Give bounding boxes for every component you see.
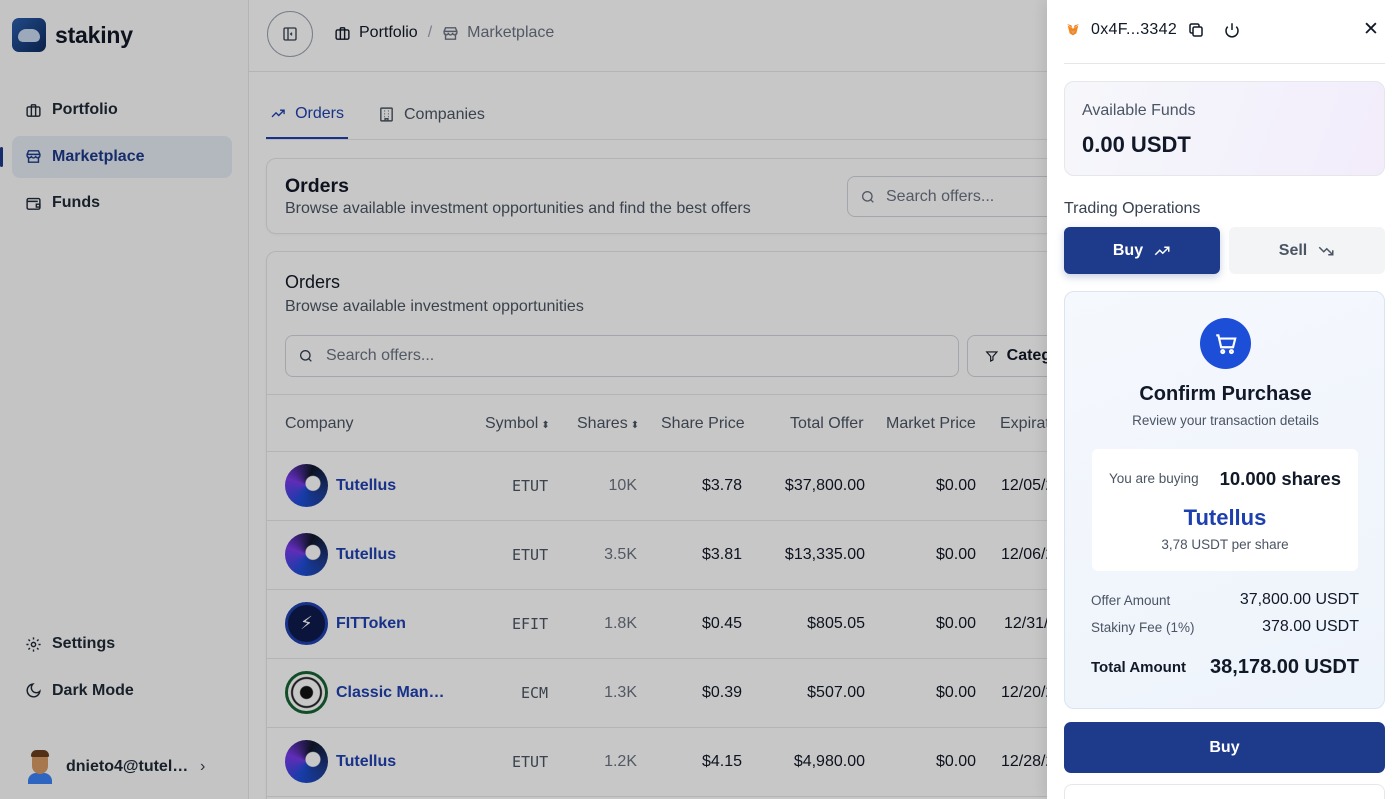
- available-funds-card: Available Funds 0.00 USDT: [1064, 81, 1385, 176]
- divider: [1064, 63, 1385, 64]
- offer-amount-value: 37,800.00 USDT: [1239, 591, 1359, 608]
- confirm-buy-button[interactable]: Buy: [1064, 722, 1385, 773]
- metamask-fox-icon: [1067, 24, 1079, 36]
- total-amount-row: Total Amount 38,178.00 USDT: [1091, 656, 1359, 679]
- total-amount-value: 38,178.00 USDT: [1210, 656, 1359, 678]
- buying-company: Tutellus: [1183, 505, 1267, 530]
- modal-backdrop[interactable]: [0, 0, 1047, 799]
- buy-tab-button[interactable]: Buy: [1064, 227, 1220, 274]
- app-root: stakiny Portfolio Marketplace Funds Sett…: [0, 0, 1400, 799]
- wallet-address: 0x4F...3342: [1091, 21, 1178, 38]
- confirm-title: Confirm Purchase: [1139, 383, 1312, 405]
- available-funds-value: 0.00 USDT: [1082, 132, 1191, 157]
- available-funds-label: Available Funds: [1082, 102, 1196, 119]
- drawer-footer-card: [1064, 784, 1385, 799]
- confirm-subtitle: Review your transaction details: [1132, 413, 1319, 428]
- shopping-cart-icon: [1200, 318, 1251, 369]
- buy-tab-label: Buy: [1112, 241, 1144, 259]
- wallet-drawer: 0x4F...3342 ✕ Available Funds 0.00 USDT …: [1047, 0, 1400, 799]
- price-per-share: 3,78 USDT per share: [1161, 537, 1289, 552]
- trending-up-icon: [1154, 246, 1170, 255]
- purchase-summary: You are buying 10.000 shares Tutellus 3,…: [1092, 449, 1358, 571]
- fee-label: Stakiny Fee (1%): [1091, 619, 1195, 635]
- buying-shares: 10.000 shares: [1219, 468, 1341, 489]
- confirm-purchase-card: Confirm Purchase Review your transaction…: [1064, 291, 1385, 709]
- offer-amount-label: Offer Amount: [1091, 592, 1171, 608]
- copy-icon[interactable]: [1187, 21, 1205, 39]
- wallet-header: 0x4F...3342: [1065, 18, 1241, 42]
- fee-value: 378.00 USDT: [1262, 618, 1359, 635]
- trading-operations-label: Trading Operations: [1064, 200, 1201, 217]
- power-icon[interactable]: [1223, 21, 1241, 39]
- trending-down-icon: [1318, 246, 1334, 255]
- sell-tab-button[interactable]: Sell: [1229, 227, 1385, 274]
- total-amount-label: Total Amount: [1091, 659, 1186, 676]
- sell-tab-label: Sell: [1278, 241, 1308, 259]
- buying-label: You are buying: [1109, 471, 1199, 486]
- close-icon[interactable]: ✕: [1363, 18, 1379, 41]
- fee-row: Stakiny Fee (1%) 378.00 USDT: [1091, 618, 1359, 636]
- offer-amount-row: Offer Amount 37,800.00 USDT: [1091, 591, 1359, 609]
